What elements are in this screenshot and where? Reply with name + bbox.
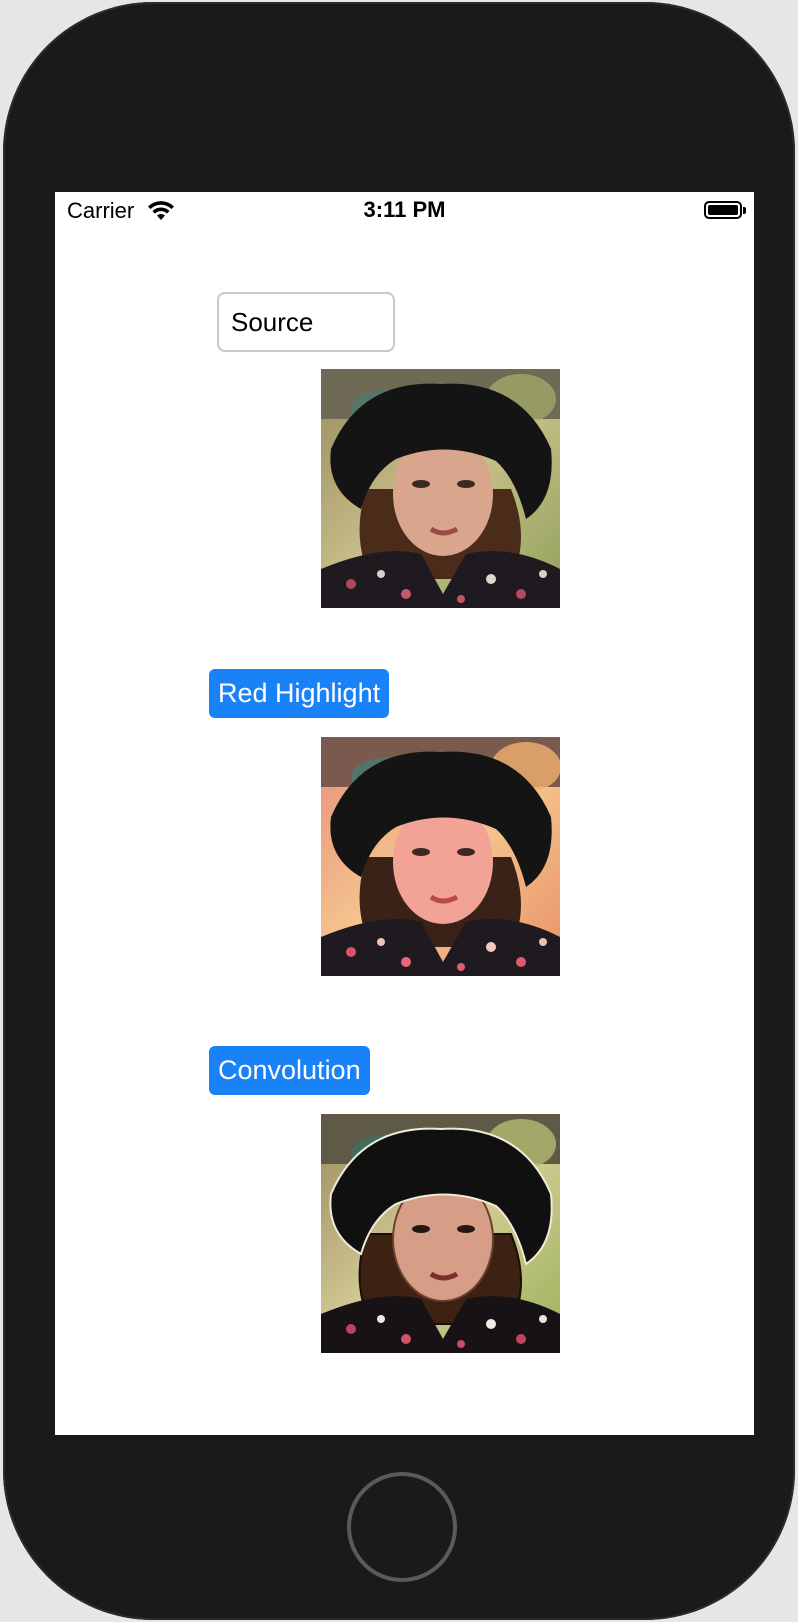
battery-tip (743, 207, 746, 214)
convolution-button[interactable]: Convolution (209, 1046, 370, 1095)
status-time: 3:11 PM (363, 197, 446, 222)
convolution-image (321, 1114, 560, 1353)
home-button[interactable] (347, 1472, 457, 1582)
red-highlight-image (321, 737, 560, 976)
app-screen: Carrier 3:11 PM Source Red Highlight Con… (55, 192, 754, 1435)
source-image (321, 369, 560, 608)
battery-icon (704, 201, 742, 219)
source-text-field[interactable] (217, 292, 395, 352)
red-highlight-button[interactable]: Red Highlight (209, 669, 390, 718)
device-frame: Carrier 3:11 PM Source Red Highlight Con… (3, 2, 795, 1620)
status-bar: Carrier 3:11 PM (55, 192, 754, 232)
